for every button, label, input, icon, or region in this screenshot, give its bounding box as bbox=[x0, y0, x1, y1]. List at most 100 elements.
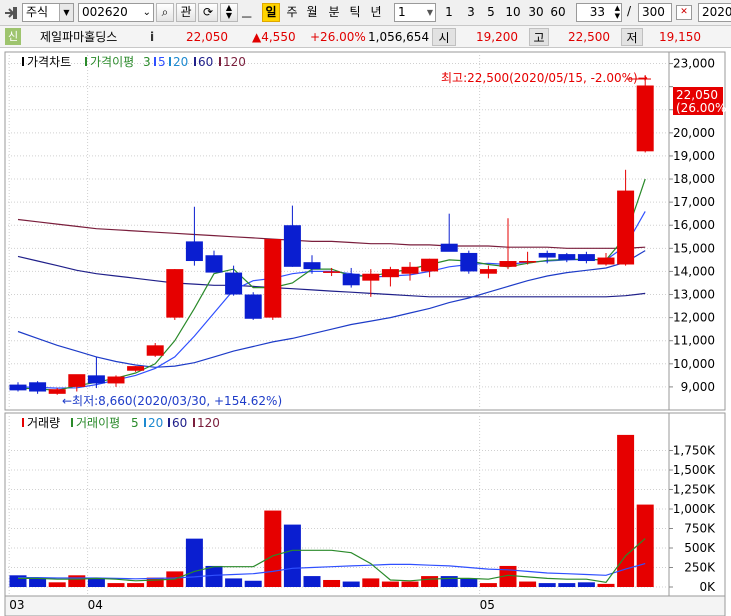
volume-bar bbox=[244, 580, 262, 587]
interest-button[interactable]: 관 bbox=[176, 3, 196, 22]
volume-bar bbox=[87, 578, 105, 587]
candle-body bbox=[29, 382, 47, 392]
last-price-value: 22,050 bbox=[676, 88, 718, 102]
volume-ma-name: 거래이평 bbox=[76, 416, 120, 430]
stock-chart[interactable]: 23,00021,00020,00019,00018,00017,00016,0… bbox=[0, 49, 731, 616]
candle-body bbox=[146, 345, 164, 356]
volume-bar bbox=[558, 583, 576, 587]
candle-body bbox=[107, 376, 125, 384]
candle-body bbox=[264, 239, 282, 318]
period-month-tab[interactable]: 월 bbox=[304, 3, 320, 22]
spinner-button[interactable]: ▲ ▼ bbox=[220, 3, 238, 22]
dropdown-arrow-icon[interactable]: ▼ bbox=[427, 4, 433, 21]
volume-bar bbox=[381, 581, 399, 587]
candle-body bbox=[225, 272, 243, 295]
dropdown-arrow-icon[interactable]: ▼ bbox=[59, 4, 73, 21]
volume-bar bbox=[264, 510, 282, 587]
period-minute-tab[interactable]: 분 bbox=[326, 3, 342, 22]
candle-body bbox=[401, 266, 419, 274]
price-ma-name: 가격이평 bbox=[90, 55, 134, 69]
total-count-value: 300 bbox=[642, 5, 665, 19]
volume-bar bbox=[48, 582, 66, 587]
candle-body bbox=[68, 374, 86, 387]
price-ma-120: 120 bbox=[223, 55, 246, 69]
candle-body bbox=[597, 257, 615, 265]
stock-info-icon[interactable]: i bbox=[150, 28, 154, 46]
volume-tick-label: 500K bbox=[684, 541, 716, 555]
interval-select[interactable]: 1 ▼ bbox=[394, 3, 436, 22]
price-change-pct: +26.00% bbox=[310, 30, 366, 44]
market-type-select[interactable]: 주식 ▼ bbox=[22, 3, 74, 22]
arrow-down-icon[interactable]: ▼ bbox=[221, 12, 237, 20]
quick-interval-60[interactable]: 60 bbox=[548, 3, 568, 22]
price-ma-5: 5 bbox=[158, 55, 166, 69]
volume-tick-label: 250K bbox=[684, 561, 716, 575]
count-separator: / bbox=[627, 4, 632, 18]
low-annotation: ←최저:8,660(2020/03/30, +154.62%) bbox=[62, 394, 282, 408]
minimize-icon[interactable]: ▁ bbox=[242, 4, 251, 18]
price-panel[interactable] bbox=[4, 51, 726, 411]
stock-name: 제일파마홀딩스 bbox=[40, 30, 118, 44]
x-tick-label: 04 bbox=[88, 598, 103, 612]
high-price: 22,500 bbox=[568, 30, 610, 44]
volume-bar bbox=[127, 583, 145, 587]
zoom-count-value: 33 bbox=[589, 5, 605, 19]
search-icon: ⌕ bbox=[161, 5, 169, 19]
candle-body bbox=[283, 225, 301, 267]
candle-body bbox=[381, 269, 399, 278]
stock-code-input[interactable]: 002620 ⌄ bbox=[78, 3, 154, 22]
last-price-pct: (26.00%) bbox=[676, 101, 731, 115]
price-legend: 가격차트 가격이평 3 5 20 60 120 bbox=[22, 55, 246, 69]
quick-interval-1[interactable]: 1 bbox=[442, 3, 456, 22]
price-tick-label: 14,000 bbox=[673, 264, 715, 278]
period-tick-tab[interactable]: 틱 bbox=[347, 3, 363, 22]
high-label: 고 bbox=[529, 28, 549, 46]
volume-bar bbox=[401, 581, 419, 587]
period-year-tab[interactable]: 년 bbox=[368, 3, 384, 22]
candle-body bbox=[421, 258, 439, 272]
chart-toolbar: 주식 ▼ 002620 ⌄ ⌕ 관 ⟳ ▲ ▼ ▁ 일 주 월 분 틱 년 1 ▼… bbox=[0, 0, 731, 26]
period-day-tab[interactable]: 일 bbox=[262, 3, 280, 22]
volume-ma-60: 60 bbox=[172, 416, 187, 430]
zoom-count-input[interactable]: 33 ▲ ▼ bbox=[576, 3, 622, 22]
volume-bar bbox=[107, 583, 125, 587]
candle-body bbox=[519, 261, 537, 263]
chevron-down-icon[interactable]: ⌄ bbox=[143, 4, 151, 21]
trade-volume: 1,056,654 bbox=[368, 30, 430, 44]
candle-body bbox=[323, 271, 341, 273]
volume-tick-label: 1,000K bbox=[673, 502, 716, 516]
price-tick-label: 11,000 bbox=[673, 334, 715, 348]
quick-interval-3[interactable]: 3 bbox=[464, 3, 478, 22]
refresh-button[interactable]: ⟳ bbox=[198, 3, 218, 22]
volume-bar bbox=[440, 576, 458, 587]
volume-panel[interactable] bbox=[4, 412, 726, 597]
volume-bar bbox=[323, 579, 341, 587]
settings-icon[interactable]: ✕ bbox=[676, 5, 692, 20]
volume-bar bbox=[577, 582, 595, 587]
spinner-icon[interactable]: ▲ ▼ bbox=[615, 4, 620, 20]
candle-body bbox=[9, 384, 27, 391]
quick-interval-5[interactable]: 5 bbox=[484, 3, 498, 22]
price-tick-label: 17,000 bbox=[673, 195, 715, 209]
market-type-value: 주식 bbox=[26, 5, 49, 19]
arrow-in-icon[interactable] bbox=[4, 6, 18, 20]
candle-body bbox=[479, 269, 497, 274]
candle-body bbox=[244, 294, 262, 319]
date-input[interactable]: 2020/ bbox=[698, 3, 731, 22]
period-week-tab[interactable]: 주 bbox=[284, 3, 300, 22]
x-tick-label: 03 bbox=[9, 598, 24, 612]
candle-body bbox=[303, 262, 321, 270]
interval-value: 1 bbox=[398, 5, 406, 19]
total-count-input[interactable]: 300 bbox=[638, 3, 672, 22]
quick-interval-30[interactable]: 30 bbox=[526, 3, 546, 22]
volume-tick-label: 0K bbox=[699, 580, 716, 594]
candle-body bbox=[342, 273, 360, 286]
candle-body bbox=[205, 255, 223, 273]
search-button[interactable]: ⌕ bbox=[156, 3, 174, 22]
volume-chart-name: 거래량 bbox=[27, 416, 60, 430]
volume-bar bbox=[303, 576, 321, 587]
quick-interval-10[interactable]: 10 bbox=[503, 3, 523, 22]
price-tick-label: 15,000 bbox=[673, 241, 715, 255]
price-ma-20: 20 bbox=[173, 55, 188, 69]
open-label: 시 bbox=[432, 28, 456, 46]
